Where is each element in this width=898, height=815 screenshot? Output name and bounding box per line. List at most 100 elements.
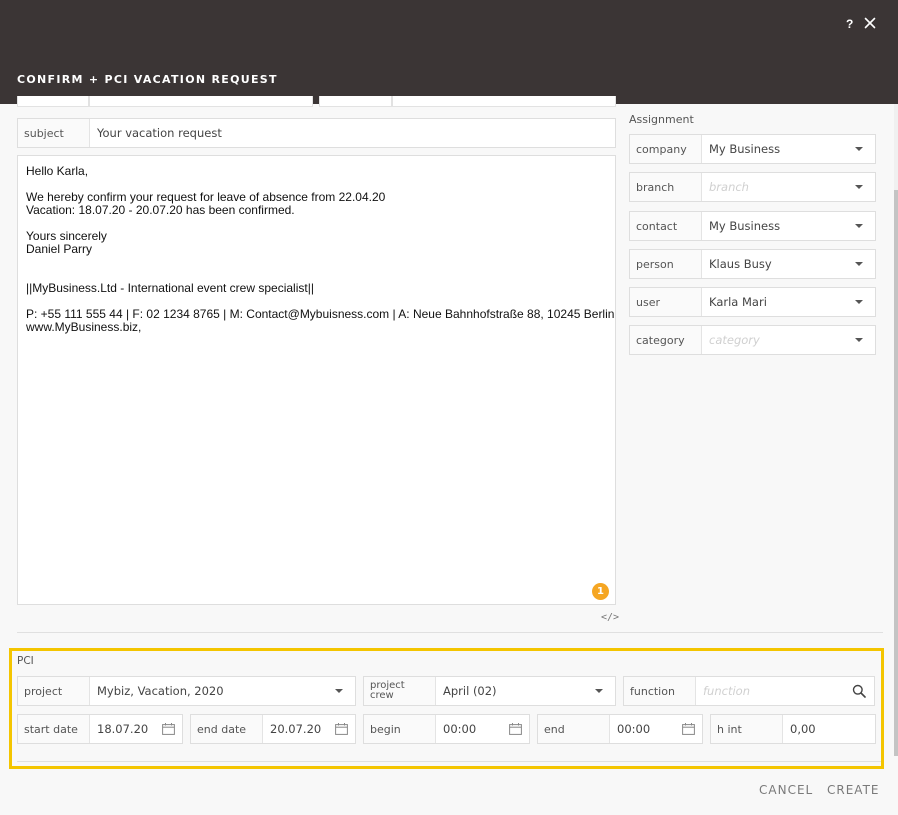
project-crew-label-line2: crew: [370, 690, 394, 701]
calendar-icon[interactable]: [162, 723, 175, 735]
calendar-icon[interactable]: [682, 723, 695, 735]
calendar-icon[interactable]: [335, 723, 348, 735]
h-int-field[interactable]: h int 0,00: [710, 714, 876, 744]
start-date-field[interactable]: start date 18.07.20: [17, 714, 183, 744]
project-crew-value[interactable]: April (02): [436, 677, 615, 705]
company-label: company: [630, 135, 702, 163]
project-crew-text: April (02): [443, 684, 497, 698]
pci-highlight-frame: [9, 648, 884, 769]
branch-select[interactable]: branch branch: [629, 172, 876, 202]
start-date-input[interactable]: 18.07.20: [90, 715, 182, 743]
category-select[interactable]: category category: [629, 325, 876, 355]
email-body-line: Hello Karla,: [26, 164, 89, 178]
section-divider: [17, 632, 883, 633]
email-body-line: www.MyBusiness.biz,: [26, 320, 142, 334]
hidden-field-value[interactable]: [392, 96, 616, 107]
subject-label: subject: [18, 119, 90, 147]
end-input[interactable]: 00:00: [610, 715, 702, 743]
email-body-editor[interactable]: Hello Karla, We hereby confirm your requ…: [17, 155, 616, 605]
company-value[interactable]: My Business: [702, 135, 875, 163]
close-icon[interactable]: [862, 15, 878, 31]
user-select[interactable]: user Karla Mari: [629, 287, 876, 317]
project-value[interactable]: Mybiz, Vacation, 2020: [90, 677, 355, 705]
category-placeholder: category: [709, 333, 760, 347]
start-date-text: 18.07.20: [97, 722, 149, 736]
end-text: 00:00: [617, 722, 651, 736]
end-date-text: 20.07.20: [270, 722, 322, 736]
project-select[interactable]: project Mybiz, Vacation, 2020: [17, 676, 356, 706]
email-body-line: [26, 256, 607, 269]
project-text: Mybiz, Vacation, 2020: [97, 684, 224, 698]
create-button[interactable]: CREATE: [827, 783, 880, 797]
category-value[interactable]: category: [702, 326, 875, 354]
section-divider: [17, 761, 883, 762]
search-icon[interactable]: [852, 684, 866, 698]
end-label: end: [538, 715, 610, 743]
contact-text: My Business: [709, 219, 781, 233]
person-label: person: [630, 250, 702, 278]
person-select[interactable]: person Klaus Busy: [629, 249, 876, 279]
function-label: function: [624, 677, 696, 705]
contact-select[interactable]: contact My Business: [629, 211, 876, 241]
person-text: Klaus Busy: [709, 257, 772, 271]
calendar-icon[interactable]: [509, 723, 522, 735]
subject-input[interactable]: Your vacation request: [90, 119, 615, 147]
project-label: project: [18, 677, 90, 705]
hidden-field-label: [17, 96, 89, 107]
email-body-line: [26, 217, 607, 230]
dialog-header: CONFIRM + PCI VACATION REQUEST ?: [0, 0, 898, 104]
scrollbar-thumb[interactable]: [894, 190, 898, 756]
end-date-field[interactable]: end date 20.07.20: [190, 714, 356, 744]
email-body-line: Yours sincerely: [26, 229, 107, 243]
chevron-down-icon[interactable]: [855, 224, 863, 228]
help-button[interactable]: ?: [846, 17, 853, 31]
begin-label: begin: [364, 715, 436, 743]
pci-title: PCI: [17, 655, 34, 667]
source-code-icon[interactable]: </>: [601, 612, 619, 623]
function-placeholder: function: [703, 684, 750, 698]
function-search[interactable]: function function: [623, 676, 875, 706]
hidden-field-label: [319, 96, 392, 107]
project-crew-select[interactable]: project crew April (02): [363, 676, 616, 706]
branch-label: branch: [630, 173, 702, 201]
user-label: user: [630, 288, 702, 316]
user-text: Karla Mari: [709, 295, 767, 309]
user-value[interactable]: Karla Mari: [702, 288, 875, 316]
person-value[interactable]: Klaus Busy: [702, 250, 875, 278]
company-select[interactable]: company My Business: [629, 134, 876, 164]
contact-value[interactable]: My Business: [702, 212, 875, 240]
branch-placeholder: branch: [709, 180, 749, 194]
assignment-title: Assignment: [629, 113, 694, 126]
h-int-label: h int: [711, 715, 783, 743]
email-body-line: ||MyBusiness.Ltd - International event c…: [26, 281, 314, 295]
chevron-down-icon[interactable]: [595, 689, 603, 693]
email-body-line: Vacation: 18.07.20 - 20.07.20 has been c…: [26, 203, 295, 217]
chevron-down-icon[interactable]: [855, 185, 863, 189]
cancel-button[interactable]: CANCEL: [759, 783, 813, 797]
begin-text: 00:00: [443, 722, 477, 736]
h-int-input[interactable]: 0,00: [783, 715, 875, 743]
dialog: CONFIRM + PCI VACATION REQUEST ? subject…: [0, 0, 898, 815]
email-body-line: Daniel Parry: [26, 242, 93, 256]
chevron-down-icon[interactable]: [855, 147, 863, 151]
company-text: My Business: [709, 142, 781, 156]
contact-label: contact: [630, 212, 702, 240]
hidden-field-value[interactable]: [89, 96, 313, 107]
notification-badge[interactable]: 1: [592, 583, 609, 600]
category-label: category: [630, 326, 702, 354]
begin-input[interactable]: 00:00: [436, 715, 529, 743]
end-date-input[interactable]: 20.07.20: [263, 715, 355, 743]
dialog-title: CONFIRM + PCI VACATION REQUEST: [17, 73, 278, 86]
chevron-down-icon[interactable]: [855, 338, 863, 342]
chevron-down-icon[interactable]: [855, 300, 863, 304]
subject-field[interactable]: subject Your vacation request: [17, 118, 616, 148]
start-date-label: start date: [18, 715, 90, 743]
begin-time-field[interactable]: begin 00:00: [363, 714, 530, 744]
project-crew-label: project crew: [364, 677, 436, 705]
function-input[interactable]: function: [696, 677, 874, 705]
branch-value[interactable]: branch: [702, 173, 875, 201]
chevron-down-icon[interactable]: [855, 262, 863, 266]
end-time-field[interactable]: end 00:00: [537, 714, 703, 744]
end-date-label: end date: [191, 715, 263, 743]
chevron-down-icon[interactable]: [335, 689, 343, 693]
